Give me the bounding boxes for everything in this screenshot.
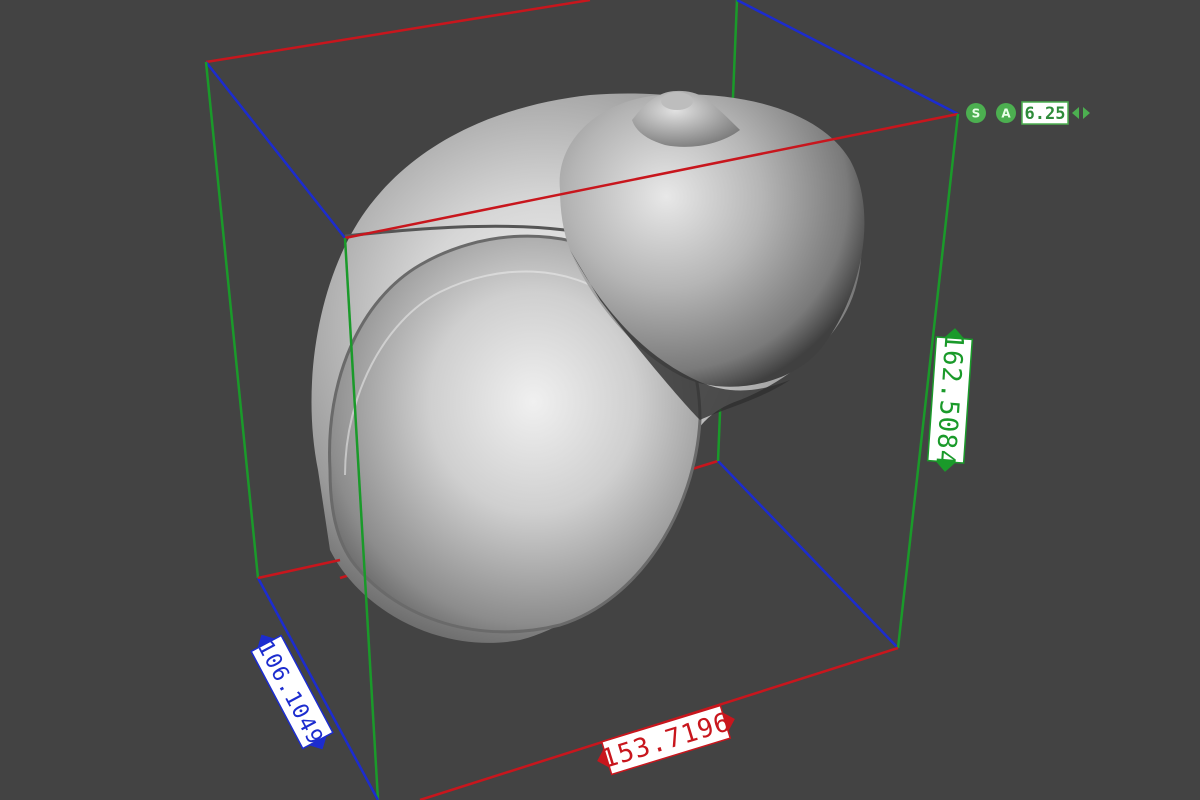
step-decrease-arrow-icon[interactable] (1072, 107, 1079, 119)
snail-shell-model[interactable] (311, 90, 865, 643)
step-value-field[interactable]: 6.25 (1021, 101, 1069, 125)
width-value: 153.7196 (598, 707, 734, 775)
snap-toggle[interactable]: S (966, 103, 986, 123)
width-dimension-label[interactable]: 153.7196 (592, 703, 740, 778)
depth-dimension-label[interactable]: 106.1049 (246, 627, 337, 758)
transform-hud: S A 6.25 (966, 101, 1090, 125)
3d-viewport[interactable]: 162.5084 106.1049 153.7196 S A 6.25 (0, 0, 1200, 800)
step-increase-arrow-icon[interactable] (1083, 107, 1090, 119)
viewport-canvas[interactable]: 162.5084 106.1049 153.7196 S A 6.25 (0, 0, 1200, 800)
snap-label: S (972, 107, 981, 121)
step-value: 6.25 (1025, 104, 1066, 124)
angle-toggle[interactable]: A (996, 103, 1016, 123)
height-dimension-label[interactable]: 162.5084 (926, 327, 974, 473)
angle-label: A (1001, 107, 1011, 121)
